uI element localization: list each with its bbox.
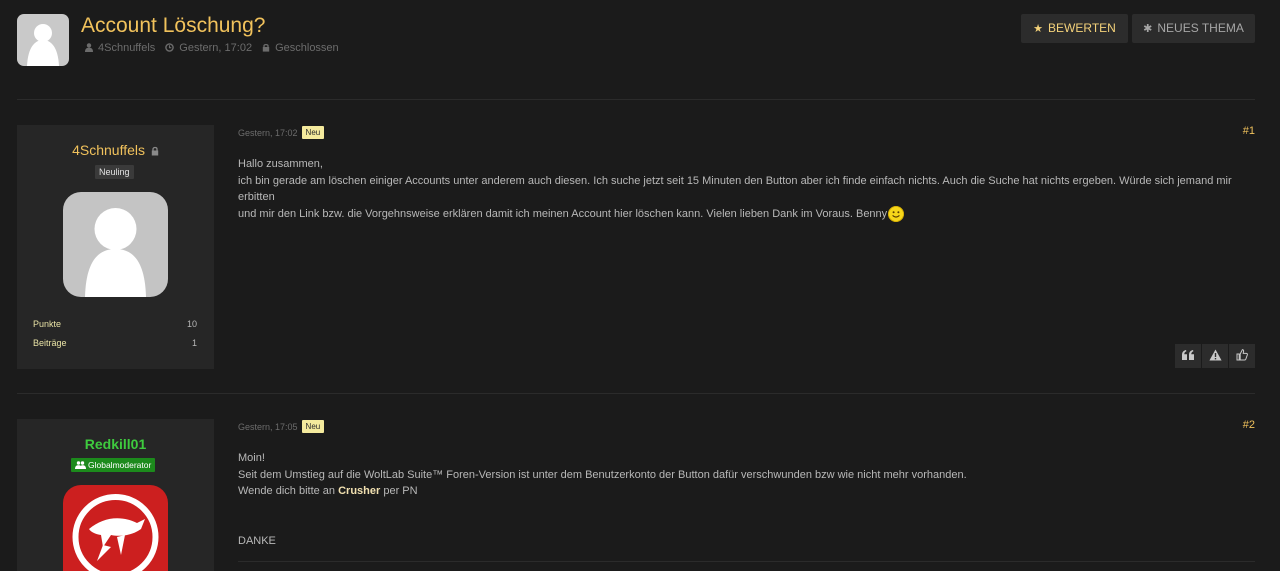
quote-icon — [1182, 349, 1194, 363]
post-content: Gestern, 17:05 Neu #2 Moin! Seit dem Ums… — [238, 419, 1255, 571]
new-thread-button[interactable]: ✱ NEUES THEMA — [1132, 14, 1255, 43]
thumbs-up-icon — [1236, 348, 1248, 364]
post-author-sidebar: 4Schnuffels Neuling Punkte 10 Beiträge 1 — [17, 125, 214, 369]
post-text-line-wrap: Wende dich bitte an Crusher per PN — [238, 483, 1255, 500]
thread-meta: 4Schnuffels Gestern, 17:02 Geschlossen — [85, 42, 349, 54]
post-text-line: Hallo zusammen, — [238, 158, 323, 170]
lock-icon — [151, 143, 159, 159]
thread-header: Account Löschung? 4Schnuffels Gestern, 1… — [17, 14, 1255, 66]
user-stat-value: 10 — [186, 319, 197, 329]
post-permalink[interactable]: #1 — [1243, 125, 1255, 137]
thread-author-link[interactable]: 4Schnuffels — [98, 42, 155, 54]
post-content: Gestern, 17:02 Neu #1 Hallo zusammen, ic… — [238, 125, 1255, 369]
post-date[interactable]: Gestern, 17:05 — [238, 422, 298, 432]
post-date[interactable]: Gestern, 17:02 — [238, 128, 298, 138]
post-text-line: Moin! — [238, 452, 265, 464]
user-stat-label[interactable]: Beiträge — [33, 338, 67, 348]
user-avatar[interactable] — [63, 192, 168, 297]
user-stat-label[interactable]: Punkte — [33, 319, 61, 329]
post-actions — [1174, 344, 1255, 368]
thread-date: Gestern, 17:02 — [179, 42, 253, 54]
post-text-segment: per PN — [380, 485, 418, 497]
post-text-line-wrap: und mir den Link bzw. die Vorgehnsweise … — [238, 205, 1255, 223]
user-avatar[interactable] — [63, 485, 168, 571]
post-text-line: Seit dem Umstieg auf die WoltLab Suite™ … — [238, 468, 967, 481]
thread-title: Account Löschung? — [81, 14, 266, 37]
user-stat-points: Punkte 10 — [33, 319, 197, 329]
asterisk-icon: ✱ — [1143, 23, 1153, 35]
report-button[interactable] — [1202, 344, 1228, 368]
clock-icon — [165, 42, 175, 54]
post-text-segment: Wende dich bitte an — [238, 485, 339, 497]
user-rank-badge: Neuling — [95, 165, 134, 179]
post-meta: Gestern, 17:05 Neu — [238, 420, 325, 433]
header-divider — [17, 99, 1255, 100]
post-author-sidebar: Redkill01 Globalmoderator — [17, 419, 214, 571]
post-message: Hallo zusammen, ich bin gerade am lösche… — [238, 156, 1255, 222]
post-message: Moin! Seit dem Umstieg auf die WoltLab S… — [238, 450, 1255, 549]
star-icon: ★ — [1033, 23, 1044, 35]
rate-button-label: BEWERTEN — [1048, 21, 1116, 35]
rate-button[interactable]: ★ BEWERTEN — [1021, 14, 1128, 43]
post-permalink[interactable]: #2 — [1243, 419, 1255, 431]
post-meta: Gestern, 17:02 Neu — [238, 126, 325, 139]
user-mention-link[interactable]: Crusher — [338, 485, 380, 497]
post-author-name[interactable]: 4Schnuffels — [72, 142, 145, 158]
post-author-name[interactable]: Redkill01 — [17, 436, 214, 452]
post-text-line: DANKE — [238, 534, 276, 547]
new-badge: Neu — [301, 126, 325, 139]
new-thread-button-label: NEUES THEMA — [1157, 21, 1244, 35]
user-icon — [85, 42, 93, 54]
post-text-line: ich bin gerade am löschen einiger Accoun… — [238, 174, 1232, 204]
warning-icon — [1208, 349, 1222, 364]
post-text-line: und mir den Link bzw. die Vorgehnsweise … — [238, 207, 888, 220]
post-divider — [17, 393, 1255, 394]
quote-button[interactable] — [1175, 344, 1201, 368]
thread-status: Geschlossen — [275, 42, 339, 54]
lock-icon — [262, 43, 270, 54]
post-author-name-wrap: 4Schnuffels — [17, 142, 214, 159]
smiley-icon — [888, 205, 905, 222]
new-badge: Neu — [301, 420, 325, 433]
author-avatar[interactable] — [17, 14, 69, 66]
user-rank-badge: Globalmoderator — [71, 458, 156, 473]
user-rank-label: Globalmoderator — [88, 460, 152, 470]
signature-divider — [238, 561, 1255, 562]
users-icon — [75, 459, 86, 473]
like-button[interactable] — [1229, 344, 1255, 368]
user-stat-posts: Beiträge 1 — [33, 338, 197, 348]
user-stat-value: 1 — [191, 338, 197, 348]
